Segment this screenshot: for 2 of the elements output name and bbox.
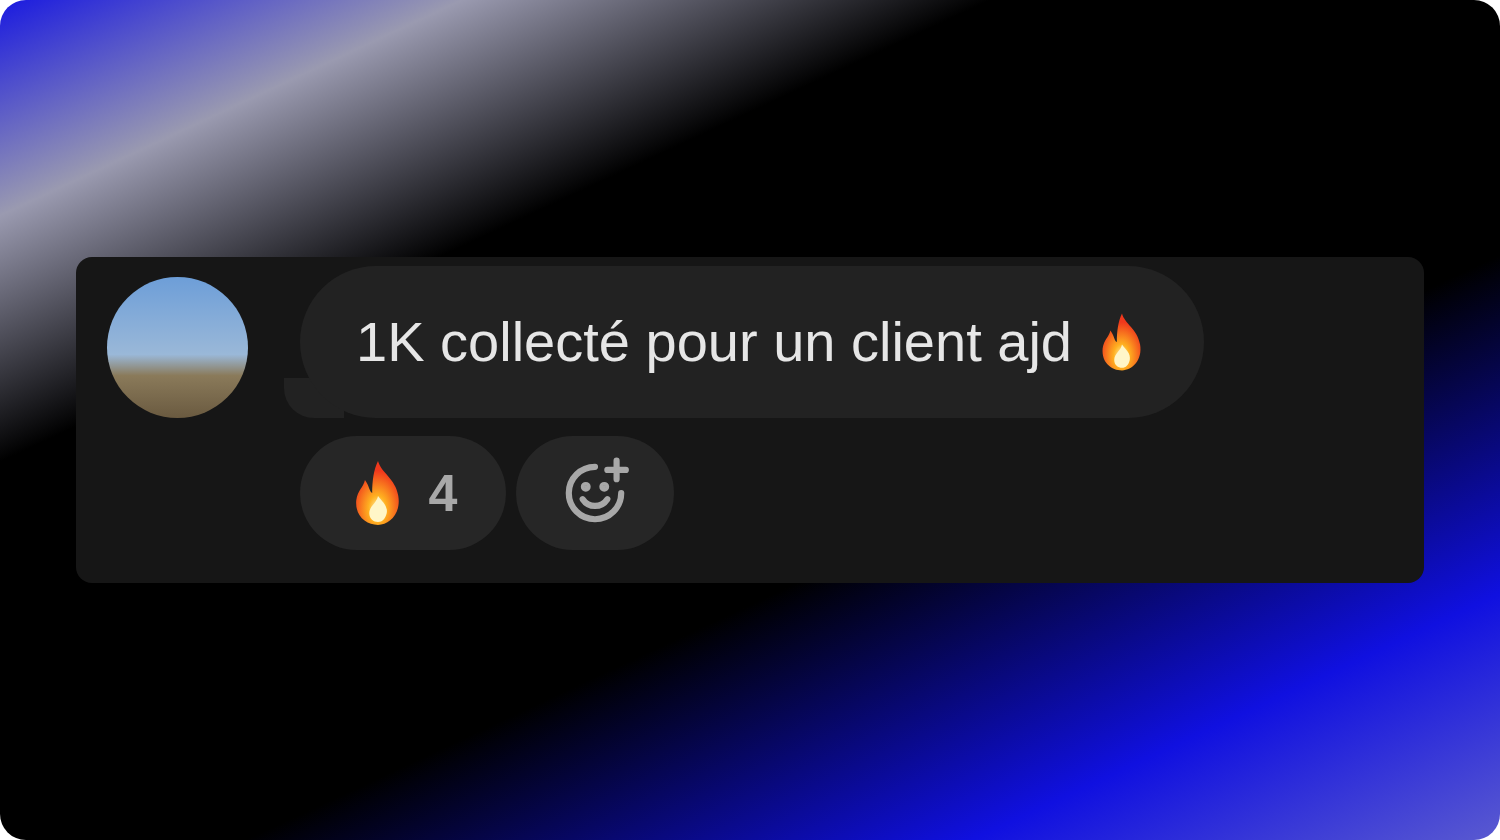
message-text: 1K collecté pour un client ajd xyxy=(356,309,1072,375)
reaction-button[interactable]: 4 xyxy=(300,436,506,550)
